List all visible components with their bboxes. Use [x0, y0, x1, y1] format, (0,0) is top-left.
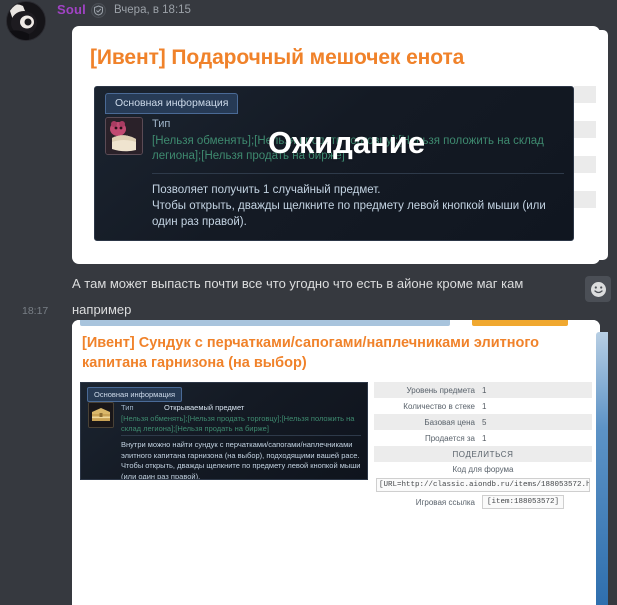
stat-row: Количество в стеке 1 — [374, 398, 592, 414]
tooltip-type-value-2: Открываемый предмет — [164, 403, 245, 412]
item-tooltip-panel-2: Основная информация Тип Открываемый пред… — [80, 382, 368, 480]
stat-key: Количество в стеке — [403, 401, 475, 411]
user-avatar-image — [7, 2, 45, 40]
tooltip-description: Позволяет получить 1 случайный предмет. … — [152, 184, 546, 228]
strip-orange-bar — [472, 320, 568, 326]
tooltip-restrictions-2: [Нельзя обменять];[Нельзя продать торгов… — [121, 414, 355, 433]
tooltip-type-label: Тип — [152, 118, 171, 130]
item-embed-card-1[interactable]: [Ивент] Подарочный мешочек енота Основна… — [72, 26, 600, 264]
share-section-header: ПОДЕЛИТЬСЯ — [374, 446, 592, 462]
stat-key: Продается за — [424, 433, 475, 443]
message-gutter-timestamp: 18:17 — [22, 305, 49, 317]
forum-code-label: Код для форума — [452, 465, 514, 474]
chat-message-view: Soul Вчера, в 18:15 [Ивент] Подарочный м… — [0, 0, 617, 605]
game-link-input[interactable]: [item:188053572] — [482, 495, 565, 509]
message-text-line-1: А там может выпасть почти все что угодно… — [72, 276, 524, 291]
stat-value: 5 — [482, 417, 487, 427]
card1-right-edge — [596, 30, 608, 260]
game-link-label: Игровая ссылка — [415, 497, 475, 507]
stat-row: Продается за 1 — [374, 430, 592, 446]
stat-value: 1 — [482, 401, 487, 411]
golden-chest-item-icon — [88, 402, 114, 428]
tooltip-type-label-2: Тип — [121, 403, 134, 412]
raccoon-bag-item-icon — [105, 117, 143, 155]
stat-row: Базовая цена 5 — [374, 414, 592, 430]
forum-code-row: [URL=http://classic.aiondb.ru/items/1880… — [374, 477, 592, 493]
shield-badge-icon — [91, 3, 106, 18]
avatar[interactable] — [6, 1, 46, 41]
card2-scroll-strip[interactable] — [596, 332, 608, 605]
add-reaction-smiley-icon[interactable] — [585, 276, 611, 302]
tooltip-tab-main-info[interactable]: Основная информация — [105, 93, 239, 114]
message-header: Soul Вчера, в 18:15 — [0, 0, 617, 41]
message-text-line-2: например — [72, 302, 132, 317]
message-username[interactable]: Soul — [57, 2, 86, 17]
item-title: [Ивент] Подарочный мешочек енота — [90, 46, 465, 69]
item-tooltip-panel: Основная информация Тип [Нельзя обменять… — [94, 86, 574, 241]
tooltip-description-2: Внутри можно найти сундук с перчатками/с… — [121, 440, 361, 480]
item-stats-table: Уровень предмета 1 Количество в стеке 1 … — [374, 382, 592, 511]
strip-blue-bar — [80, 320, 450, 326]
item-title-2: [Ивент] Сундук с перчатками/сапогами/нап… — [82, 335, 540, 371]
stat-key: Уровень предмета — [406, 385, 475, 395]
forum-code-input[interactable]: [URL=http://classic.aiondb.ru/items/1880… — [376, 478, 590, 492]
stat-row: Уровень предмета 1 — [374, 382, 592, 398]
overlay-waiting-text: Ожидание — [268, 125, 426, 160]
item-embed-card-2[interactable]: [Ивент] Сундук с перчатками/сапогами/нап… — [72, 320, 600, 605]
tooltip-tab-main-info-2[interactable]: Основная информация — [87, 387, 183, 402]
tooltip-divider — [152, 173, 564, 174]
card2-top-strip — [72, 320, 600, 329]
game-link-row: Игровая ссылка [item:188053572] — [374, 493, 592, 511]
stat-value: 1 — [482, 433, 487, 443]
tooltip-divider-2 — [121, 435, 361, 436]
message-timestamp: Вчера, в 18:15 — [114, 4, 191, 16]
stat-key: Базовая цена — [424, 417, 475, 427]
stat-value: 1 — [482, 385, 487, 395]
